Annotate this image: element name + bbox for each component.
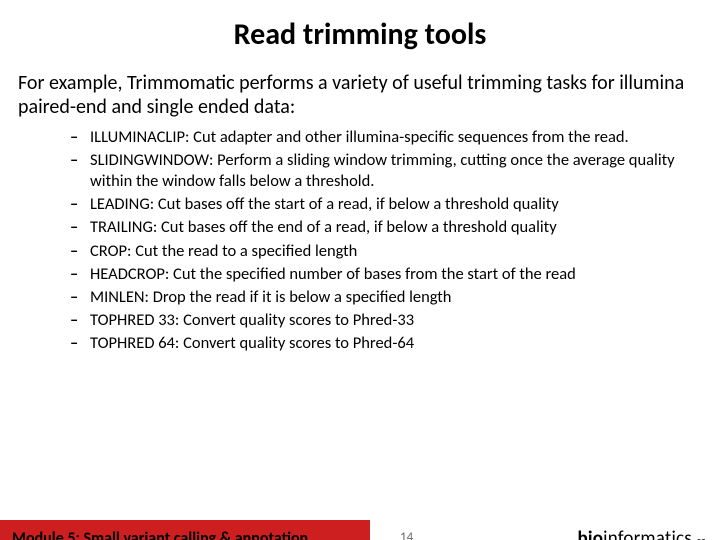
- page-number: 14: [400, 530, 413, 540]
- list-item: SLIDINGWINDOW: Perform a sliding window …: [70, 150, 700, 192]
- list-item: TOPHRED 33: Convert quality scores to Ph…: [70, 310, 700, 331]
- logo-info: informatics: [603, 527, 692, 540]
- list-item: MINLEN: Drop the read if it is below a s…: [70, 287, 700, 308]
- bullet-list: ILLUMINACLIP: Cut adapter and other illu…: [70, 127, 700, 354]
- logo-ca: .ca: [694, 534, 706, 540]
- list-item: LEADING: Cut bases off the start of a re…: [70, 194, 700, 215]
- slide: Read trimming tools For example, Trimmom…: [0, 16, 720, 540]
- list-item: TRAILING: Cut bases off the end of a rea…: [70, 217, 700, 238]
- list-item: HEADCROP: Cut the specified number of ba…: [70, 264, 700, 285]
- module-label: Module 5: Small variant calling & annota…: [0, 520, 370, 540]
- list-item: TOPHRED 64: Convert quality scores to Ph…: [70, 333, 700, 354]
- list-item: ILLUMINACLIP: Cut adapter and other illu…: [70, 127, 700, 148]
- intro-text: For example, Trimmomatic performs a vari…: [18, 71, 702, 119]
- footer: Module 5: Small variant calling & annota…: [0, 520, 720, 540]
- slide-title: Read trimming tools: [0, 16, 720, 53]
- logo: bioinformatics.ca: [577, 527, 706, 540]
- logo-bio: bio: [577, 527, 603, 540]
- list-item: CROP: Cut the read to a specified length: [70, 241, 700, 262]
